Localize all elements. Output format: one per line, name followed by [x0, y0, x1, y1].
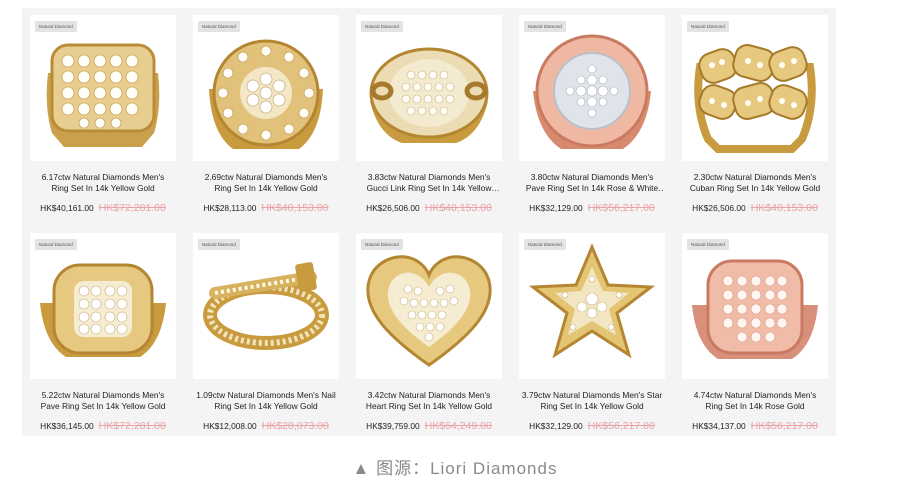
cushion-pave-ring-icon	[40, 263, 166, 357]
gucci-link-ring-icon	[369, 47, 489, 143]
product-image[interactable]: Natural Diamond	[193, 233, 339, 379]
product-image[interactable]: Natural Diamond	[519, 233, 665, 379]
sale-price: HK$32,129.00	[529, 203, 583, 213]
square-pave-rose-ring-icon	[692, 259, 818, 359]
sale-price: HK$34,137.00	[692, 421, 746, 431]
price-row: HK$26,506.00 HK$40,153.00	[356, 198, 502, 216]
image-caption: ▲ 图源：Liori Diamonds	[352, 459, 558, 478]
sale-price: HK$12,008.00	[203, 421, 257, 431]
sale-price: HK$40,161.00	[40, 203, 94, 213]
sale-price: HK$36,145.00	[40, 421, 94, 431]
round-halo-ring-icon	[209, 39, 323, 149]
product-card[interactable]: Natural Diamond 2.30ctw Natural Diamonds…	[682, 15, 828, 225]
product-title[interactable]: 4.74ctw Natural Diamonds Men's Ring Set …	[684, 390, 826, 414]
sale-price: HK$39,759.00	[366, 421, 420, 431]
price-row: HK$40,161.00 HK$72,281.00	[30, 198, 176, 216]
product-card[interactable]: Natural Diamond 6.17ctw Natural Diamonds…	[30, 15, 176, 225]
original-price: HK$56,217.00	[750, 420, 818, 432]
original-price: HK$20,073.00	[261, 420, 329, 432]
product-image[interactable]: Natural Diamond	[30, 15, 176, 161]
product-image[interactable]: Natural Diamond	[356, 15, 502, 161]
original-price: HK$64,249.00	[424, 420, 492, 432]
product-image[interactable]: Natural Diamond	[519, 15, 665, 161]
product-grid-panel: Natural Diamond 6.17ctw Natural Diamonds…	[22, 8, 836, 436]
product-title[interactable]: 3.79ctw Natural Diamonds Men's Star Ring…	[521, 390, 663, 414]
product-card[interactable]: Natural Diamond 1.09ctw Natural Diamonds…	[193, 233, 339, 443]
price-row: HK$32,129.00 HK$56,217.00	[519, 416, 665, 434]
product-card[interactable]: Natural Diamond 3.80ctw Natural Diamonds…	[519, 15, 665, 225]
product-card[interactable]: Natural Diamond 3.83ctw Natural Diamonds…	[356, 15, 502, 225]
product-image[interactable]: Natural Diamond	[30, 233, 176, 379]
product-image[interactable]: Natural Diamond	[356, 233, 502, 379]
price-row: HK$32,129.00 HK$56,217.00	[519, 198, 665, 216]
product-title[interactable]: 2.69ctw Natural Diamonds Men's Ring Set …	[195, 172, 337, 196]
price-row: HK$26,506.00 HK$40,153.00	[682, 198, 828, 216]
round-pave-rose-ring-icon	[533, 34, 651, 149]
product-card[interactable]: Natural Diamond 4.74ctw Natural Diamonds…	[682, 233, 828, 443]
price-row: HK$12,008.00 HK$20,073.00	[193, 416, 339, 434]
sale-price: HK$26,506.00	[692, 203, 746, 213]
price-row: HK$39,759.00 HK$64,249.00	[356, 416, 502, 434]
square-pave-ring-icon	[46, 43, 160, 147]
price-row: HK$34,137.00 HK$56,217.00	[682, 416, 828, 434]
nail-ring-icon	[203, 262, 329, 350]
original-price: HK$40,153.00	[261, 202, 329, 214]
heart-ring-icon	[366, 255, 492, 367]
sale-price: HK$28,113.00	[203, 203, 257, 213]
product-title[interactable]: 5.22ctw Natural Diamonds Men's Pave Ring…	[32, 390, 174, 414]
product-title[interactable]: 3.42ctw Natural Diamonds Men's Heart Rin…	[358, 390, 500, 414]
original-price: HK$40,153.00	[750, 202, 818, 214]
sale-price: HK$32,129.00	[529, 421, 583, 431]
product-card[interactable]: Natural Diamond 3.42ctw Natural Diamonds…	[356, 233, 502, 443]
product-image[interactable]: Natural Diamond	[682, 15, 828, 161]
product-image[interactable]: Natural Diamond	[193, 15, 339, 161]
product-title[interactable]: 1.09ctw Natural Diamonds Men's Nail Ring…	[195, 390, 337, 414]
original-price: HK$56,217.00	[587, 420, 655, 432]
product-title[interactable]: 6.17ctw Natural Diamonds Men's Ring Set …	[32, 172, 174, 196]
product-card[interactable]: Natural Diamond 2.69ctw Natural Diamonds…	[193, 15, 339, 225]
cuban-ring-icon	[694, 44, 816, 153]
product-card[interactable]: Natural Diamond 3.79ctw Natural Diamonds…	[519, 233, 665, 443]
product-title[interactable]: 3.83ctw Natural Diamonds Men's Gucci Lin…	[358, 172, 500, 196]
product-title[interactable]: 2.30ctw Natural Diamonds Men's Cuban Rin…	[684, 172, 826, 196]
product-image[interactable]: Natural Diamond	[682, 233, 828, 379]
original-price: HK$56,217.00	[587, 202, 655, 214]
product-title[interactable]: 3.80ctw Natural Diamonds Men's Pave Ring…	[521, 172, 663, 196]
original-price: HK$40,153.00	[424, 202, 492, 214]
price-row: HK$36,145.00 HK$72,281.00	[30, 416, 176, 434]
star-ring-icon	[528, 243, 656, 359]
product-grid: Natural Diamond 6.17ctw Natural Diamonds…	[30, 15, 830, 435]
original-price: HK$72,281.00	[98, 202, 166, 214]
price-row: HK$28,113.00 HK$40,153.00	[193, 198, 339, 216]
original-price: HK$72,281.00	[98, 420, 166, 432]
product-card[interactable]: Natural Diamond 5.22ctw Natural Diamonds…	[30, 233, 176, 443]
sale-price: HK$26,506.00	[366, 203, 420, 213]
